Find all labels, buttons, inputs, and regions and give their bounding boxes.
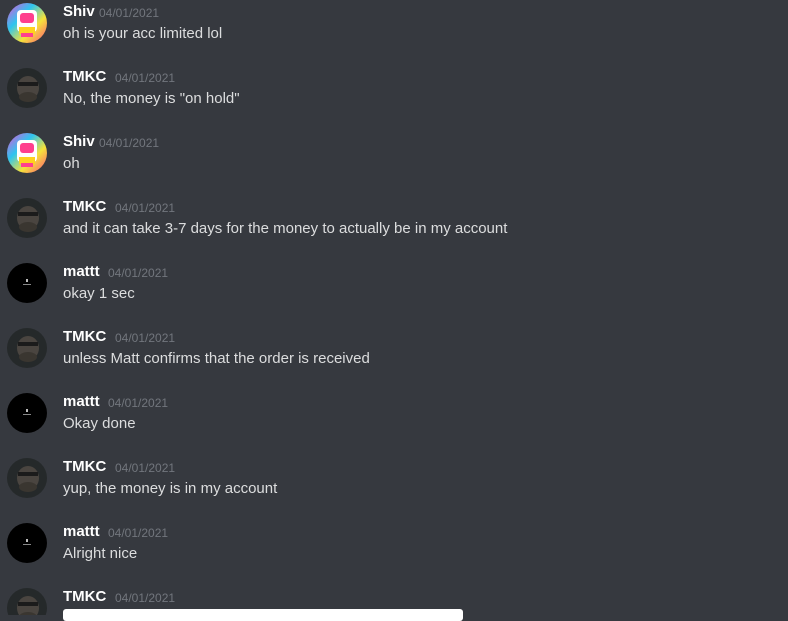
message: TMKC 04/01/2021 and it can take 3-7 days… xyxy=(0,195,788,260)
message-author[interactable]: mattt xyxy=(63,523,100,540)
message-timestamp: 04/01/2021 xyxy=(115,331,176,345)
message-timestamp: 04/01/2021 xyxy=(115,591,176,605)
message-content: yup, the money is in my account xyxy=(63,480,278,497)
message-author[interactable]: TMKC xyxy=(63,198,106,215)
message-timestamp: 04/01/2021 xyxy=(115,71,176,85)
tmkc-avatar[interactable] xyxy=(7,458,47,498)
mattt-avatar[interactable] xyxy=(7,523,47,563)
message-content: and it can take 3-7 days for the money t… xyxy=(63,220,508,237)
message-author[interactable]: TMKC xyxy=(63,68,106,85)
message-attachment[interactable] xyxy=(63,609,463,621)
message-author[interactable]: TMKC xyxy=(63,588,106,605)
message-timestamp: 04/01/2021 xyxy=(108,526,169,540)
message-content: okay 1 sec xyxy=(63,285,135,302)
chat-message-list: Shiv 04/01/2021 oh is your acc limited l… xyxy=(0,0,788,621)
tmkc-avatar[interactable] xyxy=(7,198,47,238)
message-content: unless Matt confirms that the order is r… xyxy=(63,350,370,367)
mattt-avatar[interactable] xyxy=(7,263,47,303)
shiv-avatar[interactable] xyxy=(7,3,47,43)
message: TMKC 04/01/2021 yup, the money is in my … xyxy=(0,455,788,520)
message: Shiv 04/01/2021 oh is your acc limited l… xyxy=(0,0,788,65)
message-content: Okay done xyxy=(63,415,136,432)
message-timestamp: 04/01/2021 xyxy=(99,136,160,150)
message: mattt 04/01/2021 Okay done xyxy=(0,390,788,455)
message-content: Alright nice xyxy=(63,545,138,562)
message-author[interactable]: mattt xyxy=(63,393,100,410)
message-timestamp: 04/01/2021 xyxy=(99,6,160,20)
message-author[interactable]: TMKC xyxy=(63,458,106,475)
message-author[interactable]: Shiv xyxy=(63,133,95,150)
message-timestamp: 04/01/2021 xyxy=(108,266,169,280)
message: mattt 04/01/2021 Alright nice xyxy=(0,520,788,585)
message-timestamp: 04/01/2021 xyxy=(108,396,169,410)
tmkc-avatar[interactable] xyxy=(7,328,47,368)
message-timestamp: 04/01/2021 xyxy=(115,461,176,475)
message-content: oh is your acc limited lol xyxy=(63,25,223,42)
message-timestamp: 04/01/2021 xyxy=(115,201,176,215)
message: TMKC 04/01/2021 No, the money is "on hol… xyxy=(0,65,788,130)
tmkc-avatar[interactable] xyxy=(7,588,47,615)
message-author[interactable]: TMKC xyxy=(63,328,106,345)
mattt-avatar[interactable] xyxy=(7,393,47,433)
message-author[interactable]: mattt xyxy=(63,263,100,280)
message: mattt 04/01/2021 okay 1 sec xyxy=(0,260,788,325)
shiv-avatar[interactable] xyxy=(7,133,47,173)
message: Shiv 04/01/2021 oh xyxy=(0,130,788,195)
message-content: No, the money is "on hold" xyxy=(63,90,240,107)
tmkc-avatar[interactable] xyxy=(7,68,47,108)
message-author[interactable]: Shiv xyxy=(63,3,95,20)
message-content: oh xyxy=(63,155,80,172)
message: TMKC 04/01/2021 unless Matt confirms tha… xyxy=(0,325,788,390)
